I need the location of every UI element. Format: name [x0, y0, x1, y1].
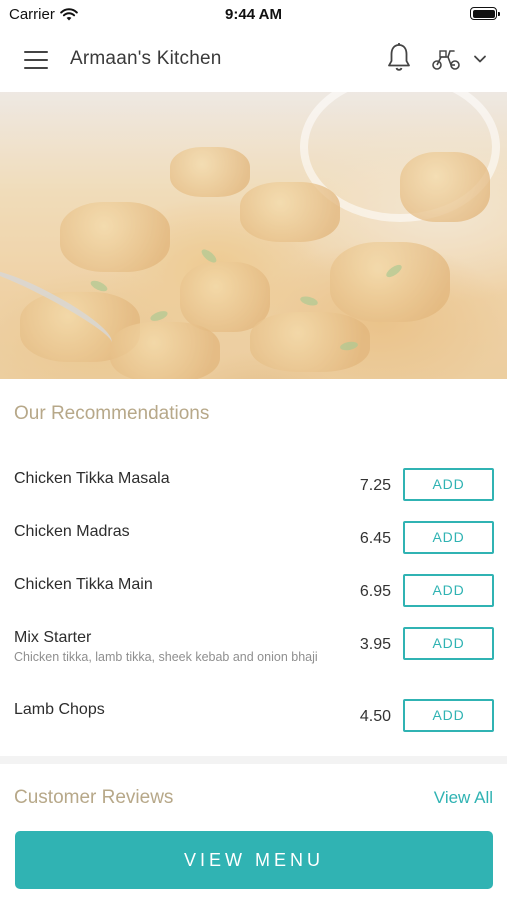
menu-icon[interactable]: [24, 51, 48, 69]
item-description: Chicken tikka, lamb tikka, sheek kebab a…: [14, 650, 318, 664]
view-all-reviews-link[interactable]: View All: [434, 788, 493, 808]
item-name: Chicken Madras: [14, 523, 130, 540]
scooter-icon[interactable]: [431, 47, 461, 71]
hero-food-image: [0, 92, 507, 379]
view-menu-button[interactable]: VIEW MENU: [15, 831, 493, 889]
add-button[interactable]: ADD: [403, 468, 494, 501]
item-name: Chicken Tikka Masala: [14, 470, 170, 487]
chevron-down-icon[interactable]: [473, 54, 487, 64]
item-price: 6.45: [359, 530, 391, 547]
top-nav-bar: Armaan's Kitchen: [0, 30, 507, 92]
item-price: 4.50: [359, 708, 391, 725]
status-bar: Carrier 9:44 AM: [0, 0, 507, 28]
item-name: Lamb Chops: [14, 701, 105, 718]
item-price: 6.95: [359, 583, 391, 600]
item-price: 7.25: [359, 477, 391, 494]
item-name: Mix Starter: [14, 629, 92, 646]
add-button[interactable]: ADD: [403, 699, 494, 732]
add-button[interactable]: ADD: [403, 627, 494, 660]
add-button[interactable]: ADD: [403, 521, 494, 554]
section-divider: [0, 756, 507, 764]
recommendations-title: Our Recommendations: [14, 403, 210, 424]
item-name: Chicken Tikka Main: [14, 576, 153, 593]
status-time: 9:44 AM: [225, 6, 282, 23]
battery-icon: [470, 7, 500, 20]
restaurant-title: Armaan's Kitchen: [70, 48, 222, 69]
item-price: 3.95: [359, 636, 391, 653]
bell-icon[interactable]: [386, 42, 412, 74]
add-button[interactable]: ADD: [403, 574, 494, 607]
reviews-title: Customer Reviews: [14, 787, 174, 808]
